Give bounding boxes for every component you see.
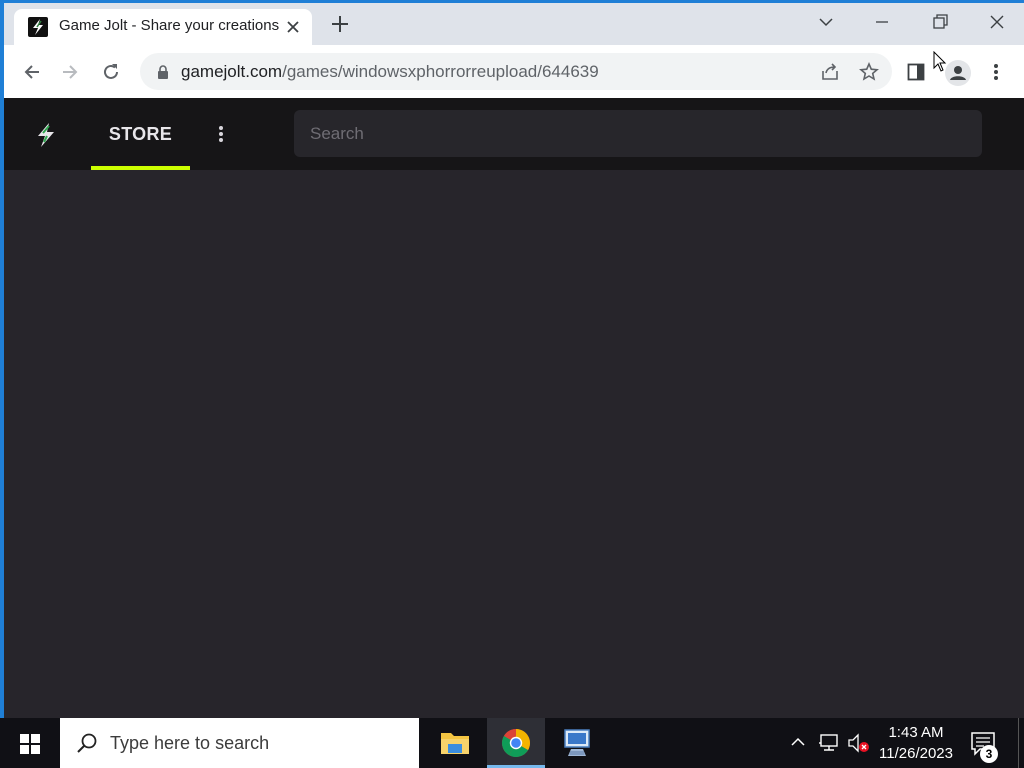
browser-toolbar: gamejolt.com/games/windowsxphorrorreuplo…	[4, 45, 1024, 98]
network-icon[interactable]	[818, 733, 840, 753]
new-tab-icon[interactable]	[331, 15, 349, 33]
search-icon	[77, 733, 97, 753]
profile-avatar[interactable]	[945, 60, 971, 86]
nav-store-tab[interactable]: STORE	[91, 98, 190, 170]
taskbar-search-box[interactable]: Type here to search	[60, 718, 419, 768]
windows-taskbar: Type here to search 1:43 AM 11/26/2023 3	[0, 718, 1024, 768]
clock-date: 11/26/2023	[879, 745, 953, 762]
url-path: /games/windowsxphorrorreupload/644639	[282, 62, 599, 81]
browser-tab[interactable]: Game Jolt - Share your creations	[14, 9, 312, 45]
person-icon	[950, 66, 966, 80]
remote-desktop-icon	[564, 729, 590, 756]
game-jolt-logo-icon[interactable]	[34, 122, 58, 148]
close-window-icon[interactable]	[989, 13, 1005, 31]
back-arrow-icon[interactable]	[22, 62, 42, 82]
site-header: STORE	[4, 98, 1024, 170]
show-desktop-button[interactable]	[1018, 718, 1024, 768]
url-host: gamejolt.com	[181, 62, 283, 81]
side-panel-icon[interactable]	[907, 63, 925, 81]
file-explorer-taskbar-button[interactable]	[426, 718, 484, 768]
restore-icon[interactable]	[932, 13, 948, 31]
page-content	[4, 170, 1024, 718]
more-options-icon[interactable]	[218, 125, 224, 143]
taskbar-search-placeholder: Type here to search	[110, 733, 270, 753]
url-text[interactable]: gamejolt.com/games/windowsxphorrorreuplo…	[181, 62, 599, 82]
reload-icon[interactable]	[101, 62, 121, 82]
clock-time: 1:43 AM	[888, 724, 944, 741]
minimize-icon[interactable]	[874, 13, 890, 31]
chrome-window: Game Jolt - Share your creations gamejol…	[4, 3, 1024, 718]
lock-icon[interactable]	[157, 65, 169, 79]
folder-icon	[441, 733, 469, 754]
chrome-taskbar-button[interactable]	[487, 718, 545, 768]
tab-strip: Game Jolt - Share your creations	[4, 3, 1024, 45]
mouse-cursor-icon	[933, 51, 947, 72]
volume-muted-icon[interactable]	[847, 732, 871, 754]
bookmark-star-icon[interactable]	[859, 62, 879, 82]
notification-count-badge: 3	[980, 745, 998, 763]
remote-desktop-taskbar-button[interactable]	[548, 718, 606, 768]
site-search-input[interactable]	[294, 110, 982, 157]
start-button[interactable]	[0, 718, 58, 768]
show-hidden-icons-chevron-icon[interactable]	[790, 734, 806, 750]
tab-title: Game Jolt - Share your creations	[59, 17, 280, 34]
game-jolt-favicon-icon	[28, 17, 48, 37]
system-clock[interactable]: 1:43 AM 11/26/2023	[872, 722, 960, 764]
tab-search-chevron-icon[interactable]	[818, 15, 834, 29]
chrome-icon	[502, 729, 530, 757]
share-icon[interactable]	[820, 62, 840, 82]
nav-store-label: STORE	[108, 124, 173, 144]
forward-arrow-icon[interactable]	[60, 62, 80, 82]
close-tab-icon[interactable]	[286, 20, 300, 34]
address-bar[interactable]: gamejolt.com/games/windowsxphorrorreuplo…	[140, 53, 892, 90]
chrome-menu-icon[interactable]	[993, 63, 999, 81]
windows-logo-icon	[20, 734, 40, 754]
